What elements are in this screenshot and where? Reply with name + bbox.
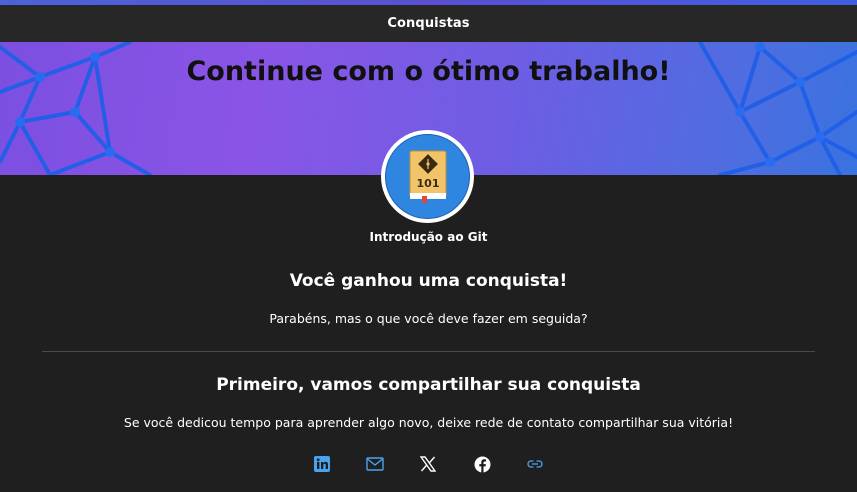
share-linkedin-button[interactable] — [310, 452, 334, 476]
achievement-badge: 101 — [381, 130, 474, 223]
mail-icon — [366, 457, 384, 471]
title-bar: Conquistas — [0, 5, 857, 42]
divider — [42, 351, 815, 352]
window-title: Conquistas — [387, 16, 470, 31]
share-heading: Primeiro, vamos compartilhar sua conquis… — [216, 375, 641, 395]
banner-heading: Continue com o ótimo trabalho! — [186, 56, 671, 87]
achievement-dialog: Conquistas Continue com o ótimo trabalho… — [0, 0, 857, 492]
facebook-icon — [474, 456, 490, 473]
git-book-101-icon: 101 — [409, 150, 446, 203]
share-x-button[interactable] — [416, 452, 440, 476]
earned-heading: Você ganhou uma conquista! — [289, 271, 568, 291]
share-buttons — [0, 452, 857, 476]
svg-text:101: 101 — [416, 177, 439, 190]
badge-title: Introdução ao Git — [369, 230, 488, 244]
link-icon — [527, 460, 543, 468]
copy-link-button[interactable] — [523, 452, 547, 476]
share-text: Se você dedicou tempo para aprender algo… — [123, 415, 734, 430]
share-facebook-button[interactable] — [470, 452, 494, 476]
badge-circle: 101 — [385, 134, 470, 219]
earned-text: Parabéns, mas o que você deve fazer em s… — [269, 311, 588, 326]
share-email-button[interactable] — [363, 452, 387, 476]
linkedin-icon — [314, 456, 330, 472]
x-icon — [420, 456, 436, 472]
